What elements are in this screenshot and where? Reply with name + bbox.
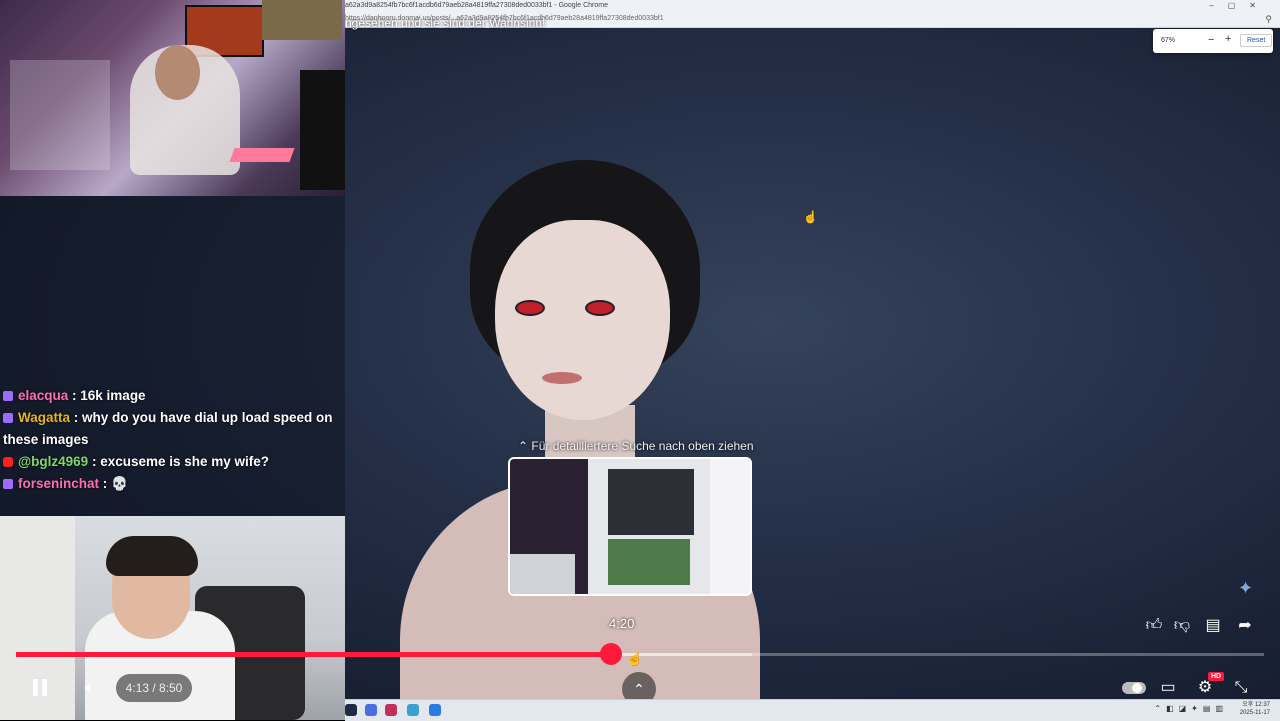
twitch-icon: [3, 391, 13, 401]
zoom-reset-button[interactable]: Reset: [1240, 34, 1273, 47]
taskbar-clock[interactable]: 오후 12:37 2025-11-17: [1240, 701, 1270, 717]
like-icon[interactable]: 👍︎: [1142, 614, 1166, 638]
webcam-poster: [262, 0, 342, 40]
taskbar-app-icon[interactable]: [365, 704, 377, 716]
webcam-hair: [106, 536, 198, 576]
autoplay-toggle[interactable]: [1122, 682, 1146, 694]
character-eye-left: [515, 300, 545, 316]
character-eye-right: [585, 300, 615, 316]
youtube-icon: [3, 457, 13, 467]
quality-badge: HD: [1208, 672, 1225, 681]
taskbar-app-icon[interactable]: [345, 704, 357, 716]
stream-caption: ngesehen und sie sind der Wahnsinn!: [345, 16, 546, 30]
twitch-icon: [3, 479, 13, 489]
chat-text: : excuseme is she my wife?: [88, 454, 270, 469]
hand-cursor-icon: ☝: [626, 650, 644, 666]
twitch-icon: [3, 413, 13, 423]
webcam-head: [155, 45, 200, 100]
seek-preview-thumbnail: [508, 457, 752, 596]
thumb-panel-right: [710, 459, 750, 594]
pause-bar-left: [33, 679, 38, 696]
webcam-shelf: [10, 60, 110, 170]
chat-message: elacqua : 16k image: [3, 385, 333, 407]
thumb-image-bottom: [608, 539, 690, 585]
chat-username: forseninchat: [18, 476, 100, 491]
thumb-image-top: [608, 469, 694, 535]
search-icon[interactable]: ⚲: [1265, 14, 1272, 25]
share-icon[interactable]: ➦: [1233, 614, 1257, 638]
clock-time: 오후 12:37: [1242, 702, 1270, 708]
character-lips: [542, 372, 582, 384]
volume-icon[interactable]: 🔈︎: [78, 675, 102, 699]
chat-message: Wagatta : why do you have dial up load s…: [3, 407, 333, 451]
time-display: 4:13 / 8:50: [116, 674, 192, 702]
webcam-keyboard: [229, 148, 295, 162]
chat-username: @bglz4969: [18, 454, 89, 469]
pause-bar-right: [42, 679, 47, 696]
dislike-icon[interactable]: 👎︎: [1170, 614, 1194, 638]
chat-overlay: elacqua : 16k image Wagatta : why do you…: [3, 385, 333, 495]
zoom-out-button[interactable]: −: [1208, 34, 1214, 46]
streamer-webcam: [0, 0, 345, 196]
windows-taskbar: ⌃◧◪✦▤▥ 오후 12:37 2025-11-17: [345, 699, 1280, 721]
mouse-cursor-icon: ☝: [803, 210, 818, 224]
taskbar-app-icon[interactable]: [385, 704, 397, 716]
browser-window-title: a62a3d9a8254fb7bc6f1acdb6d79aeb28a4819ff…: [345, 2, 608, 9]
character-face: [495, 220, 670, 420]
taskbar-app-icon[interactable]: [429, 704, 441, 716]
comment-icon[interactable]: ▤: [1201, 614, 1225, 638]
thumb-panel-cam: [510, 554, 575, 594]
progress-played: [16, 652, 612, 657]
clock-date: 2025-11-17: [1239, 710, 1270, 716]
channel-watermark-icon: ✦: [1238, 578, 1254, 598]
autoplay-knob: [1132, 683, 1142, 693]
chat-username: elacqua: [18, 388, 69, 403]
zoom-level: 67%: [1161, 37, 1176, 44]
zoom-popup: 67% − + Reset: [1153, 29, 1273, 53]
seek-hover-time: 4:20: [609, 616, 635, 631]
subtitles-icon[interactable]: ▭: [1156, 676, 1180, 700]
chat-message: forseninchat : 💀: [3, 473, 333, 495]
chat-username: Wagatta: [18, 410, 71, 425]
webcam-screen: [300, 70, 345, 190]
chat-text: : 16k image: [68, 388, 146, 403]
chat-message: @bglz4969 : excuseme is she my wife?: [3, 451, 333, 473]
exit-fullscreen-icon[interactable]: ⤡: [1229, 676, 1253, 700]
zoom-in-button[interactable]: +: [1225, 33, 1231, 45]
chat-text: : 💀: [99, 476, 128, 491]
taskbar-app-icon[interactable]: [407, 704, 419, 716]
seek-hint: ⌃ Für detailliertere Suche nach oben zie…: [518, 439, 754, 453]
pause-button[interactable]: [28, 676, 52, 700]
system-tray-icons[interactable]: ⌃◧◪✦▤▥: [1154, 704, 1228, 713]
character-render: [370, 150, 790, 710]
window-controls[interactable]: –▢✕: [1209, 1, 1270, 10]
